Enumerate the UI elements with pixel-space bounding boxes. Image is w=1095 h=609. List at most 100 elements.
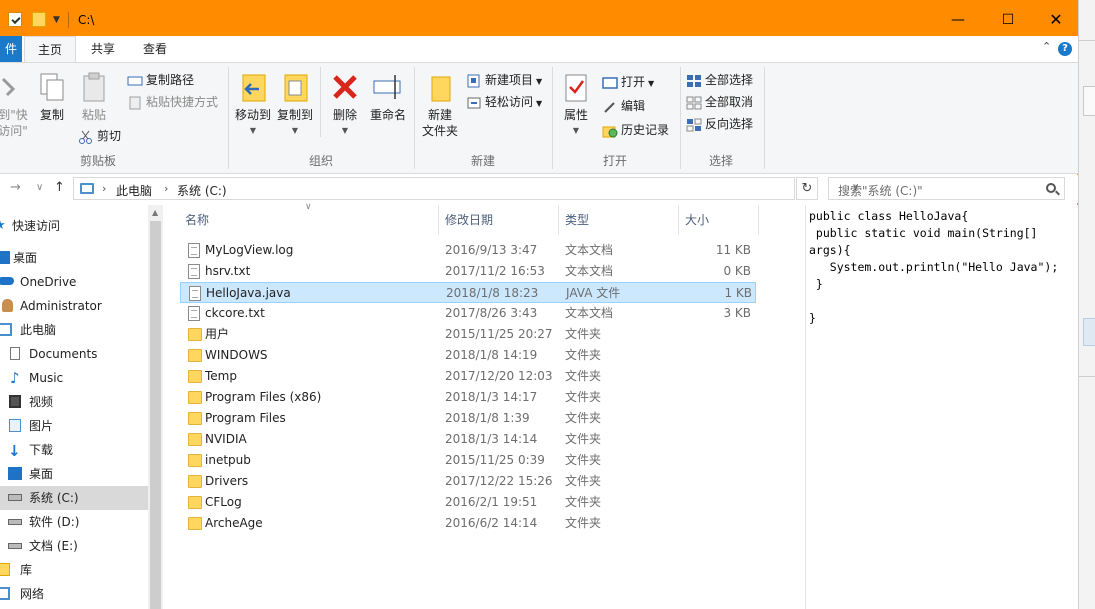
bg-selection <box>1083 318 1095 346</box>
nav-item-videos[interactable]: 视频 <box>0 390 148 414</box>
copy-to-button[interactable]: 复制到 ▼ <box>276 71 314 139</box>
table-row[interactable]: ArcheAge 2016/6/2 14:14 文件夹 <box>180 513 756 534</box>
paste-button[interactable]: 粘贴 <box>78 71 110 123</box>
cut-button[interactable]: 剪切 <box>78 127 121 145</box>
move-to-button[interactable]: 移动到 ▼ <box>234 71 272 139</box>
nav-item-downloads[interactable]: ↓ 下载 <box>0 438 148 462</box>
easy-access-button[interactable]: 轻松访问 ▼ <box>466 93 542 111</box>
minimize-button[interactable]: — <box>938 8 978 32</box>
table-row[interactable]: Program Files (x86) 2018/1/3 14:17 文件夹 <box>180 387 756 408</box>
new-folder-quick-icon[interactable] <box>32 12 46 27</box>
download-icon: ↓ <box>8 442 21 460</box>
column-header-date[interactable]: 修改日期 <box>439 205 559 235</box>
table-row[interactable]: Temp 2017/12/20 12:03 文件夹 <box>180 366 756 387</box>
delete-button[interactable]: 删除 ▼ <box>328 71 362 139</box>
bg-divider <box>1079 40 1095 41</box>
search-input[interactable]: 搜索"系统 (C:)" <box>828 177 1065 200</box>
select-all-button[interactable]: 全部选择 <box>686 71 753 89</box>
breadcrumb-separator-icon[interactable]: › <box>164 182 168 195</box>
file-size: 1 KB <box>724 286 752 300</box>
table-row[interactable]: MyLogView.log 2016/9/13 3:47 文本文档 11 KB <box>180 240 756 261</box>
table-row[interactable]: 用户 2015/11/25 20:27 文件夹 <box>180 324 756 345</box>
group-separator <box>414 67 415 169</box>
nav-item-system-c[interactable]: 系统 (C:) <box>0 486 148 510</box>
nav-item-network[interactable]: 网络 <box>0 582 148 606</box>
nav-item-this-pc[interactable]: 此电脑 <box>0 318 148 342</box>
new-item-dropdown-icon: ▼ <box>536 77 543 86</box>
address-bar[interactable]: › 此电脑 › 系统 (C:) ∨ <box>73 177 859 200</box>
folder-icon <box>188 475 202 488</box>
nav-item-onedrive[interactable]: OneDrive <box>0 270 148 294</box>
up-arrow-icon[interactable]: ↑ <box>54 180 65 195</box>
nav-scrollbar-thumb[interactable] <box>150 221 161 609</box>
tab-share[interactable]: 共享 <box>80 36 126 62</box>
close-button[interactable]: ✕ <box>1036 8 1076 32</box>
open-button[interactable]: 打开 ▼ <box>602 73 654 91</box>
properties-quick-icon[interactable] <box>8 12 22 27</box>
refresh-button[interactable]: ↻ <box>796 177 818 200</box>
new-folder-label-2: 文件夹 <box>421 124 458 138</box>
table-row[interactable]: inetpub 2015/11/25 0:39 文件夹 <box>180 450 756 471</box>
nav-item-libraries[interactable]: 库 <box>0 558 148 582</box>
forward-arrow-icon[interactable]: → <box>10 180 21 195</box>
nav-item-administrator[interactable]: Administrator <box>0 294 148 318</box>
nav-item-documents-e[interactable]: 文档 (E:) <box>0 534 148 558</box>
picture-icon <box>9 419 21 432</box>
invert-selection-label: 反向选择 <box>705 117 754 131</box>
paste-shortcut-button[interactable]: 粘贴快捷方式 <box>127 93 218 111</box>
pin-quick-access-button[interactable]: 到"快 访问" <box>0 71 32 139</box>
column-header-size[interactable]: 大小 <box>679 205 759 235</box>
rename-button[interactable]: 重命名 <box>366 71 410 123</box>
nav-item-quick-access[interactable]: ★ 快速访问 <box>0 214 148 238</box>
breadcrumb-this-pc[interactable]: 此电脑 <box>116 182 152 199</box>
edit-button[interactable]: 编辑 <box>602 97 645 115</box>
table-row[interactable]: Program Files 2018/1/8 1:39 文件夹 <box>180 408 756 429</box>
folder-icon <box>188 454 202 467</box>
table-row[interactable]: ckcore.txt 2017/8/26 3:43 文本文档 3 KB <box>180 303 756 324</box>
scroll-up-icon[interactable]: ▲ <box>152 208 158 217</box>
help-icon[interactable]: ? <box>1058 42 1072 56</box>
select-none-button[interactable]: 全部取消 <box>686 93 753 111</box>
file-type: 文件夹 <box>565 495 602 509</box>
new-folder-button[interactable]: 新建 文件夹 <box>418 71 462 139</box>
ribbon-collapse-icon[interactable]: ⌃ <box>1042 40 1051 53</box>
nav-item-desktop-pc[interactable]: 桌面 <box>0 462 148 486</box>
copy-label: 复制 <box>39 108 64 122</box>
history-button[interactable]: 历史记录 <box>602 121 669 139</box>
table-row[interactable]: Drivers 2017/12/22 15:26 文件夹 <box>180 471 756 492</box>
nav-item-music[interactable]: ♪ Music <box>0 366 148 390</box>
copy-path-button[interactable]: 复制路径 <box>127 71 194 89</box>
table-row[interactable]: WINDOWS 2018/1/8 14:19 文件夹 <box>180 345 756 366</box>
table-row[interactable]: NVIDIA 2018/1/3 14:14 文件夹 <box>180 429 756 450</box>
tab-file[interactable]: 件 <box>0 36 22 62</box>
column-header-name[interactable]: 名称 <box>179 205 439 235</box>
file-icon <box>188 243 200 258</box>
nav-item-documents[interactable]: Documents <box>0 342 148 366</box>
table-row[interactable]: hsrv.txt 2017/11/2 16:53 文本文档 0 KB <box>180 261 756 282</box>
easy-access-icon <box>466 96 482 110</box>
nav-scrollbar[interactable]: ▲ <box>148 205 163 609</box>
maximize-button[interactable]: ☐ <box>988 8 1028 32</box>
library-icon <box>0 563 10 576</box>
new-item-button[interactable]: 新建项目 ▼ <box>466 71 542 89</box>
nav-item-software-d[interactable]: 软件 (D:) <box>0 510 148 534</box>
breadcrumb-system-c[interactable]: 系统 (C:) <box>177 182 227 199</box>
nav-item-desktop[interactable]: 桌面 <box>0 246 148 270</box>
recent-locations-dropdown-icon[interactable]: ∨ <box>36 182 43 193</box>
quick-access-toolbar-dropdown-icon[interactable]: ▼ <box>53 15 60 25</box>
copy-button[interactable]: 复制 <box>36 71 68 123</box>
properties-button[interactable]: 属性 ▼ <box>558 71 594 139</box>
rename-label: 重命名 <box>369 108 406 122</box>
invert-selection-button[interactable]: 反向选择 <box>686 115 753 133</box>
table-row[interactable]: CFLog 2016/2/1 19:51 文件夹 <box>180 492 756 513</box>
tab-home[interactable]: 主页 <box>24 36 76 62</box>
nav-item-pictures[interactable]: 图片 <box>0 414 148 438</box>
pin-icon <box>0 71 29 103</box>
breadcrumb-separator-icon[interactable]: › <box>102 182 106 195</box>
search-icon[interactable] <box>1046 183 1056 193</box>
open-label: 打开 <box>621 75 646 89</box>
table-row[interactable]: HelloJava.java 2018/1/8 18:23 JAVA 文件 1 KB <box>180 282 756 303</box>
folder-icon <box>188 370 202 383</box>
tab-view[interactable]: 查看 <box>132 36 178 62</box>
column-header-type[interactable]: 类型 <box>559 205 679 235</box>
